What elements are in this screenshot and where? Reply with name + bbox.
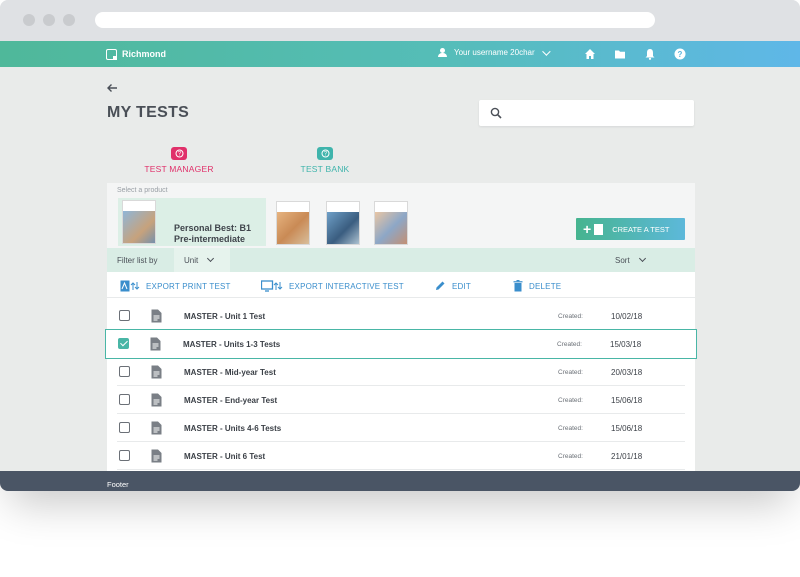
create-test-button[interactable]: + CREATE A TEST <box>576 218 685 240</box>
created-date: 10/02/18 <box>611 312 643 321</box>
brand-logo[interactable]: Richmond <box>106 47 166 61</box>
action-toolbar: EXPORT PRINT TEST EXPORT INTERACTIVE TES… <box>107 272 695 298</box>
created-label: Created: <box>558 425 583 432</box>
home-icon[interactable] <box>584 48 596 60</box>
folder-icon[interactable] <box>614 48 626 60</box>
row-divider <box>117 469 685 470</box>
table-row[interactable]: MASTER - Unit 1 Test Created: 10/02/18 <box>107 302 695 330</box>
document-icon <box>151 309 162 323</box>
footer-text: Footer <box>107 480 129 489</box>
trash-icon <box>513 280 523 292</box>
created-date: 15/03/18 <box>610 340 642 349</box>
export-print-test-button[interactable]: EXPORT PRINT TEST <box>120 280 231 292</box>
bell-icon[interactable] <box>644 48 656 60</box>
document-icon <box>150 337 161 351</box>
browser-chrome <box>0 0 800 41</box>
tab-test-bank[interactable]: ? TEST BANK <box>280 147 370 174</box>
user-menu[interactable]: Your username 20char <box>438 46 551 57</box>
search-input[interactable] <box>479 100 694 126</box>
select-product-label: Select a product <box>117 187 168 194</box>
product-item[interactable] <box>374 201 408 245</box>
chevron-down-icon <box>638 254 646 263</box>
chevron-down-icon <box>207 254 215 263</box>
test-name: MASTER - Units 1-3 Tests <box>183 340 281 349</box>
created-date: 21/01/18 <box>611 452 643 461</box>
tab-test-manager-label: TEST MANAGER <box>144 164 214 174</box>
back-arrow-icon[interactable] <box>106 82 118 94</box>
document-icon <box>594 223 604 235</box>
export-interactive-test-button[interactable]: EXPORT INTERACTIVE TEST <box>261 280 404 292</box>
pencil-icon <box>436 281 445 290</box>
search-icon <box>490 107 502 119</box>
window-maximize-dot[interactable] <box>63 14 75 26</box>
test-manager-icon: ? <box>171 147 187 160</box>
created-date: 20/03/18 <box>611 368 643 377</box>
table-row[interactable]: MASTER - Mid-year Test Created: 20/03/18 <box>107 358 695 386</box>
test-name: MASTER - Mid-year Test <box>184 368 276 377</box>
row-checkbox[interactable] <box>119 394 130 405</box>
row-checkbox[interactable] <box>119 422 130 433</box>
document-icon <box>151 421 162 435</box>
created-label: Created: <box>557 341 582 348</box>
brand-name: Richmond <box>122 49 166 59</box>
delete-button[interactable]: DELETE <box>513 280 561 292</box>
tab-test-bank-label: TEST BANK <box>300 164 350 174</box>
table-row[interactable]: MASTER - Units 4-6 Tests Created: 15/06/18 <box>107 414 695 442</box>
table-row[interactable]: MASTER - End-year Test Created: 15/06/18 <box>107 386 695 414</box>
test-name: MASTER - End-year Test <box>184 396 278 405</box>
product-name: Personal Best: B1 Pre-intermediate <box>174 223 252 244</box>
product-item[interactable] <box>276 201 310 245</box>
product-selector: Select a product Personal Best: B1 Pre-i… <box>107 183 695 248</box>
username: Your username 20char <box>454 48 535 57</box>
created-label: Created: <box>558 453 583 460</box>
svg-text:?: ? <box>177 152 181 158</box>
created-label: Created: <box>558 369 583 376</box>
test-name: MASTER - Unit 6 Test <box>184 452 266 461</box>
document-icon <box>151 393 162 407</box>
document-icon <box>151 449 162 463</box>
sort-dropdown[interactable]: Sort <box>615 254 646 265</box>
window-close-dot[interactable] <box>23 14 35 26</box>
page-title: MY TESTS <box>107 104 190 121</box>
top-navigation-bar: Richmond Your username 20char ? <box>0 41 800 67</box>
test-name: MASTER - Units 4-6 Tests <box>184 424 282 433</box>
created-date: 15/06/18 <box>611 396 643 405</box>
created-label: Created: <box>558 397 583 404</box>
row-checkbox[interactable] <box>118 338 129 349</box>
browser-window: Richmond Your username 20char ? MY TESTS <box>0 0 800 491</box>
export-interactive-icon <box>261 280 283 292</box>
row-checkbox[interactable] <box>119 366 130 377</box>
window-minimize-dot[interactable] <box>43 14 55 26</box>
export-print-icon <box>120 280 140 292</box>
created-label: Created: <box>558 313 583 320</box>
filter-label: Filter list by <box>117 256 158 265</box>
filter-bar: Filter list by Unit Sort <box>107 248 695 272</box>
help-icon[interactable]: ? <box>674 48 686 60</box>
unit-filter-dropdown[interactable]: Unit <box>174 248 230 272</box>
svg-text:?: ? <box>678 50 683 59</box>
row-checkbox[interactable] <box>119 310 130 321</box>
plus-icon: + <box>583 221 592 237</box>
edit-button[interactable]: EDIT <box>434 280 471 292</box>
product-item[interactable] <box>326 201 360 245</box>
book-cover-image <box>122 200 156 244</box>
svg-text:?: ? <box>323 152 327 158</box>
test-name: MASTER - Unit 1 Test <box>184 312 266 321</box>
test-bank-icon: ? <box>317 147 333 160</box>
chevron-down-icon <box>541 46 551 56</box>
table-row[interactable]: MASTER - Unit 6 Test Created: 21/01/18 <box>107 442 695 470</box>
document-icon <box>151 365 162 379</box>
tab-test-manager[interactable]: ? TEST MANAGER <box>134 147 224 174</box>
tests-panel: Select a product Personal Best: B1 Pre-i… <box>105 183 697 473</box>
page-footer: Footer <box>0 471 800 491</box>
row-checkbox[interactable] <box>119 450 130 461</box>
richmond-logo-icon <box>106 48 117 60</box>
address-bar[interactable] <box>95 12 655 28</box>
user-icon <box>438 48 447 57</box>
created-date: 15/06/18 <box>611 424 643 433</box>
product-item-selected[interactable]: Personal Best: B1 Pre-intermediate <box>118 198 266 246</box>
table-row[interactable]: MASTER - Units 1-3 Tests Created: 15/03/18 <box>105 329 697 359</box>
